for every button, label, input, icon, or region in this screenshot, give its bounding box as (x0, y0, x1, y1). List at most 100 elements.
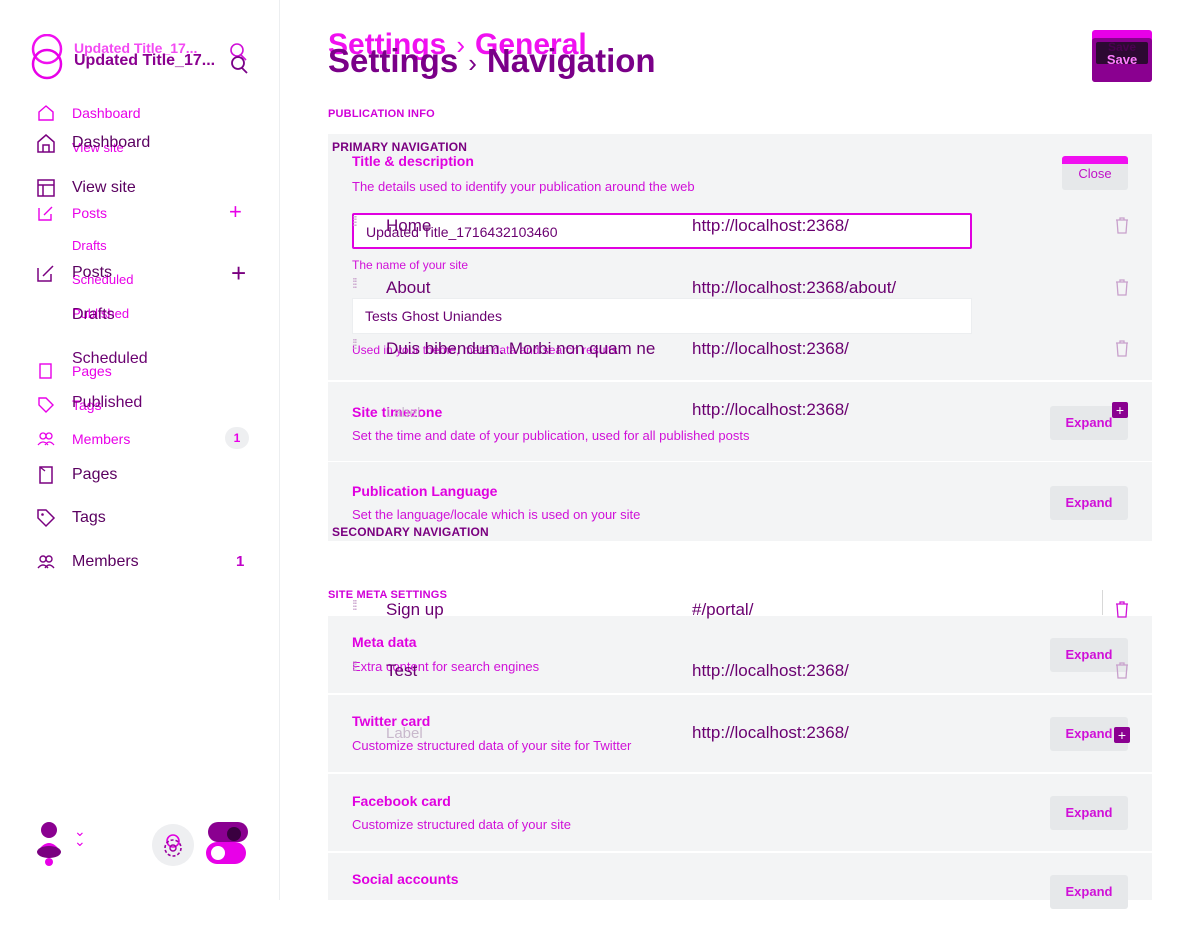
search-icon[interactable] (226, 38, 252, 78)
nav-tags-label: Tags (72, 509, 106, 526)
add-nav-item-icon[interactable]: + (1112, 402, 1128, 418)
drag-handle-icon[interactable]: ⁞⁞ (352, 337, 358, 351)
site-header: Updated Title_17... Updated Title_17... (30, 34, 260, 82)
secondary-nav-row: ⁞⁞ Test http://localhost:2368/ (352, 653, 1152, 693)
members-count: 1 (236, 553, 245, 570)
breadcrumb: Settings › Navigation (328, 42, 656, 80)
social-expand-button[interactable]: Expand (1050, 875, 1128, 909)
breadcrumb-separator-icon: › (468, 48, 477, 78)
facebook-title: Facebook card (352, 793, 451, 809)
save-label: Save (1106, 52, 1138, 67)
nav-item-url-input[interactable]: http://localhost:2368/ (692, 216, 849, 236)
nav-scheduled[interactable]: Scheduled (72, 350, 148, 368)
nav-item-url-input[interactable]: http://localhost:2368/ (692, 339, 849, 359)
nav-tags[interactable]: Tags (36, 508, 106, 528)
main-content: Settings › General Settings › Navigation Sav… (280, 0, 1200, 909)
new-nav-label-input[interactable]: Label (386, 404, 686, 420)
home-icon (38, 105, 54, 121)
add-nav-item-icon[interactable]: + (1114, 727, 1130, 743)
facebook-desc: Customize structured data of your site (352, 817, 571, 832)
nav-item-label-input[interactable]: Home (386, 216, 686, 236)
night-mode-toggle-icon[interactable] (206, 820, 250, 868)
trash-icon[interactable] (1114, 216, 1130, 234)
nav-dashboard[interactable]: Dashboard (36, 133, 150, 153)
primary-navigation-heading: PRIMARY NAVIGATION (332, 140, 468, 154)
meta-data-title: Meta data (352, 634, 417, 650)
drag-handle-icon[interactable]: ⁞⁞ (352, 214, 358, 228)
trash-icon[interactable] (1114, 661, 1130, 679)
save-button[interactable]: Save Save (1092, 30, 1152, 82)
nav-pages-label: Pages (72, 466, 118, 483)
close-button-bar (1062, 156, 1128, 164)
sidebar: Updated Title_17... Updated Title_17... … (0, 0, 280, 900)
social-card: Social accounts Expand (328, 852, 1152, 909)
members-icon (37, 432, 55, 446)
primary-nav-row: ⁞⁞ Home http://localhost:2368/ (352, 208, 1152, 248)
language-title: Publication Language (352, 483, 498, 499)
nav-view-site-label: View site (72, 179, 136, 196)
nav-posts[interactable]: Posts (36, 263, 112, 283)
nav-posts-ghost[interactable]: Posts (36, 203, 107, 223)
nav-members-ghost[interactable]: Members (36, 429, 130, 449)
language-expand-button[interactable]: Expand (1050, 486, 1128, 520)
drag-handle-icon[interactable]: ⁞⁞ (352, 598, 358, 612)
nav-members-ghost-label: Members (72, 431, 131, 447)
avatar-icon[interactable] (34, 818, 64, 866)
gear-icon[interactable] (152, 824, 194, 866)
facebook-expand-button[interactable]: Expand (1050, 796, 1128, 830)
new-nav-url-input[interactable]: http://localhost:2368/ (692, 723, 849, 743)
nav-drafts[interactable]: Drafts (72, 306, 115, 324)
social-title: Social accounts (352, 871, 459, 887)
add-post-icon[interactable]: + (231, 260, 246, 286)
nav-item-label-input[interactable]: Duis bibendum. Morbi non quam nec d (386, 339, 656, 359)
nav-item-url-input[interactable]: #/portal/ (692, 600, 753, 620)
nav-dashboard-ghost-label: Dashboard (72, 105, 141, 121)
tag-icon (37, 509, 56, 528)
breadcrumb-root[interactable]: Settings (328, 42, 458, 79)
new-nav-label-input[interactable]: Label (386, 725, 686, 742)
nav-members[interactable]: Members (36, 552, 139, 572)
page-icon (39, 466, 53, 484)
add-post-ghost-icon[interactable]: + (229, 201, 242, 223)
edit-icon (38, 206, 53, 221)
secondary-nav-row: ⁞⁞ Sign up #/portal/ (352, 592, 1152, 632)
layout-icon (37, 179, 55, 197)
title-description-desc: The details used to identify your public… (352, 179, 695, 194)
nav-drafts-ghost[interactable]: Drafts (72, 238, 107, 253)
publication-info-heading: PUBLICATION INFO (328, 108, 435, 120)
nav-dashboard-ghost[interactable]: Dashboard (36, 103, 141, 123)
members-count-ghost-badge: 1 (225, 427, 249, 449)
title-description-title: Title & description (352, 153, 474, 169)
new-nav-url-input[interactable]: http://localhost:2368/ (692, 400, 849, 420)
tag-icon (38, 397, 54, 413)
nav-published[interactable]: Published (72, 394, 142, 412)
page-icon (39, 363, 52, 379)
nav-item-label-input[interactable]: About (386, 278, 686, 298)
breadcrumb-current: Navigation (486, 42, 656, 79)
drag-handle-icon[interactable]: ⁞⁞ (352, 659, 358, 673)
primary-nav-row: ⁞⁞ Duis bibendum. Morbi non quam nec d h… (352, 331, 1152, 371)
members-icon (37, 555, 55, 569)
trash-icon[interactable] (1114, 339, 1130, 357)
close-label: Close (1078, 166, 1112, 181)
nav-posts-label: Posts (72, 264, 113, 281)
language-desc: Set the language/locale which is used on… (352, 507, 641, 522)
nav-item-url-input[interactable]: http://localhost:2368/ (692, 661, 849, 681)
nav-item-label-input[interactable]: Sign up (386, 600, 686, 620)
nav-pages[interactable]: Pages (36, 465, 117, 485)
nav-dashboard-label: Dashboard (72, 134, 151, 151)
chevron-down-icon[interactable]: ⌄ ⌄ (74, 824, 86, 848)
primary-nav-new-row: Label http://localhost:2368/ + (352, 392, 1152, 432)
nav-item-url-input[interactable]: http://localhost:2368/about/ (692, 278, 896, 298)
trash-icon[interactable] (1114, 278, 1130, 296)
trash-icon[interactable] (1114, 600, 1130, 618)
close-button[interactable]: Close (1062, 156, 1128, 190)
facebook-card: Facebook card Customize structured data … (328, 773, 1152, 851)
site-logo-icon (31, 34, 63, 80)
nav-members-label: Members (72, 553, 139, 570)
drag-handle-icon[interactable]: ⁞⁞ (352, 276, 358, 290)
nav-view-site[interactable]: View site (36, 178, 136, 198)
nav-item-label-input[interactable]: Test (386, 661, 686, 681)
primary-nav-row: ⁞⁞ About http://localhost:2368/about/ (352, 270, 1152, 310)
edit-icon (37, 265, 54, 282)
